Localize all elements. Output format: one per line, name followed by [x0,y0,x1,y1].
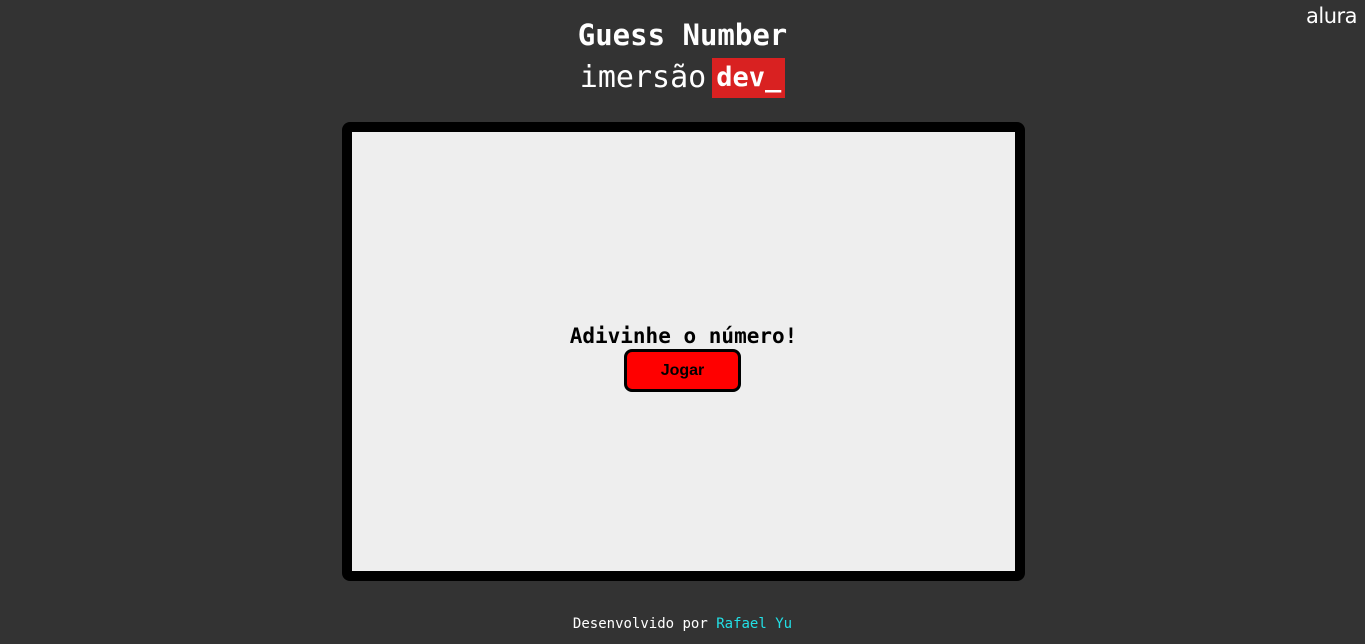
footer: Desenvolvido por Rafael Yu [0,614,1365,634]
subtitle-text: imersão [579,60,707,95]
game-frame: Adivinhe o número! Jogar [342,122,1025,581]
footer-prefix: Desenvolvido por [572,616,717,632]
subtitle-badge: dev_ [712,58,786,98]
page-title: Guess Number [577,18,788,52]
subtitle: imersão dev_ [0,58,1365,98]
game-heading: Adivinhe o número! [569,324,798,348]
game-screen: Adivinhe o número! Jogar [352,132,1015,571]
author-link[interactable]: Rafael Yu [716,616,792,632]
page: alura Guess Number imersão dev_ Adivinhe… [0,0,1365,644]
play-button[interactable]: Jogar [624,349,741,392]
